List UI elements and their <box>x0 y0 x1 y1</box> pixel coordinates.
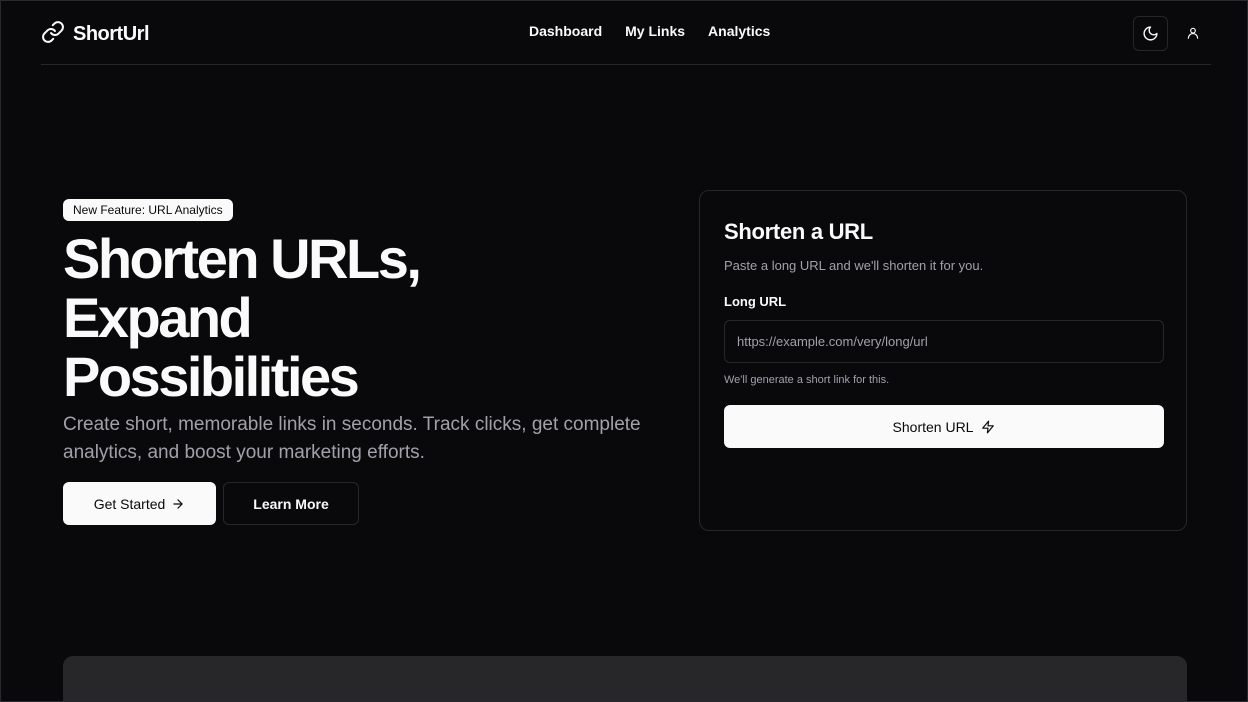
hero-title-line: Possibilities <box>63 345 360 408</box>
main-nav: Dashboard My Links Analytics <box>529 23 770 39</box>
user-menu-button[interactable] <box>1181 21 1205 45</box>
nav-analytics[interactable]: Analytics <box>708 23 770 39</box>
shorten-url-card: Shorten a URL Paste a long URL and we'll… <box>699 190 1187 531</box>
card-title: Shorten a URL <box>724 219 873 244</box>
get-started-button[interactable]: Get Started <box>63 482 216 525</box>
logo-link[interactable]: ShortUrl <box>41 19 150 49</box>
app-window: ShortUrl Dashboard My Links Analytics Ne… <box>0 0 1248 702</box>
theme-toggle-button[interactable] <box>1133 16 1168 51</box>
arrow-right-icon <box>171 497 185 511</box>
get-started-label: Get Started <box>93 495 166 512</box>
nav-dashboard[interactable]: Dashboard <box>529 23 602 39</box>
zap-icon <box>981 420 995 434</box>
hero-title-line: Shorten URLs, <box>63 227 422 290</box>
moon-icon <box>1142 25 1159 42</box>
nav-my-links[interactable]: My Links <box>625 23 685 39</box>
bottom-section-panel <box>63 656 1187 701</box>
link-icon <box>41 20 65 49</box>
long-url-input[interactable] <box>724 320 1164 363</box>
feature-badge: New Feature: URL Analytics <box>63 199 233 221</box>
hero-title-line: Expand <box>63 286 253 349</box>
long-url-label: Long URL <box>724 294 787 309</box>
shorten-url-label: Shorten URL <box>892 418 974 435</box>
card-description: Paste a long URL and we'll shorten it fo… <box>724 258 984 273</box>
hero-title: Shorten URLs, Expand Possibilities <box>63 229 523 406</box>
user-icon <box>1186 26 1200 40</box>
long-url-hint: We'll generate a short link for this. <box>724 374 890 386</box>
hero-description: Create short, memorable links in seconds… <box>63 414 641 463</box>
shorten-url-button[interactable]: Shorten URL <box>724 405 1164 448</box>
top-header: ShortUrl Dashboard My Links Analytics <box>41 1 1211 65</box>
logo-text: ShortUrl <box>73 22 150 45</box>
learn-more-button[interactable]: Learn More <box>223 482 359 525</box>
